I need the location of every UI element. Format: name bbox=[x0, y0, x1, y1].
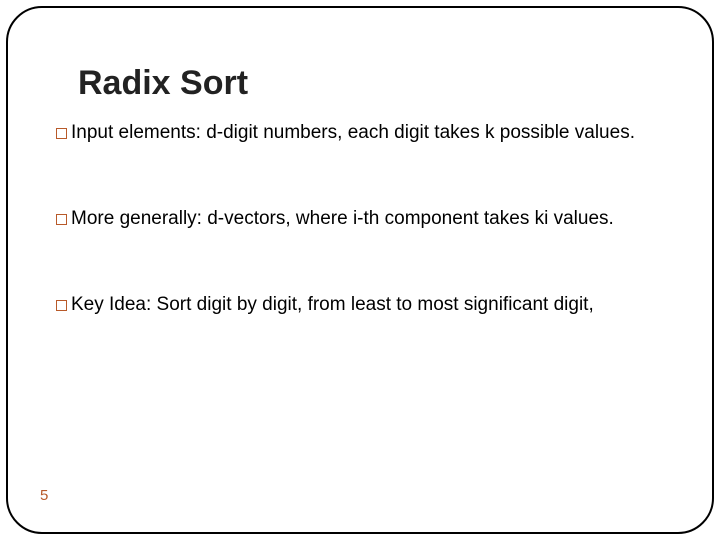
bullet-item: More generally: d-vectors, where i-th co… bbox=[56, 207, 664, 231]
bullet-marker-icon bbox=[56, 128, 67, 139]
bullet-item: Key Idea: Sort digit by digit, from leas… bbox=[56, 293, 664, 317]
bullet-marker-icon bbox=[56, 300, 67, 311]
bullet-text: Input elements: d-digit numbers, each di… bbox=[71, 122, 635, 143]
bullet-text: Key Idea: Sort digit by digit, from leas… bbox=[71, 294, 594, 315]
page-number: 5 bbox=[40, 487, 48, 504]
bullet-text: More generally: d-vectors, where i-th co… bbox=[71, 208, 614, 229]
bullet-list: Input elements: d-digit numbers, each di… bbox=[56, 121, 664, 316]
slide-frame: Radix Sort Input elements: d-digit numbe… bbox=[6, 6, 714, 534]
bullet-marker-icon bbox=[56, 214, 67, 225]
bullet-item: Input elements: d-digit numbers, each di… bbox=[56, 121, 664, 145]
slide-title: Radix Sort bbox=[78, 64, 664, 103]
